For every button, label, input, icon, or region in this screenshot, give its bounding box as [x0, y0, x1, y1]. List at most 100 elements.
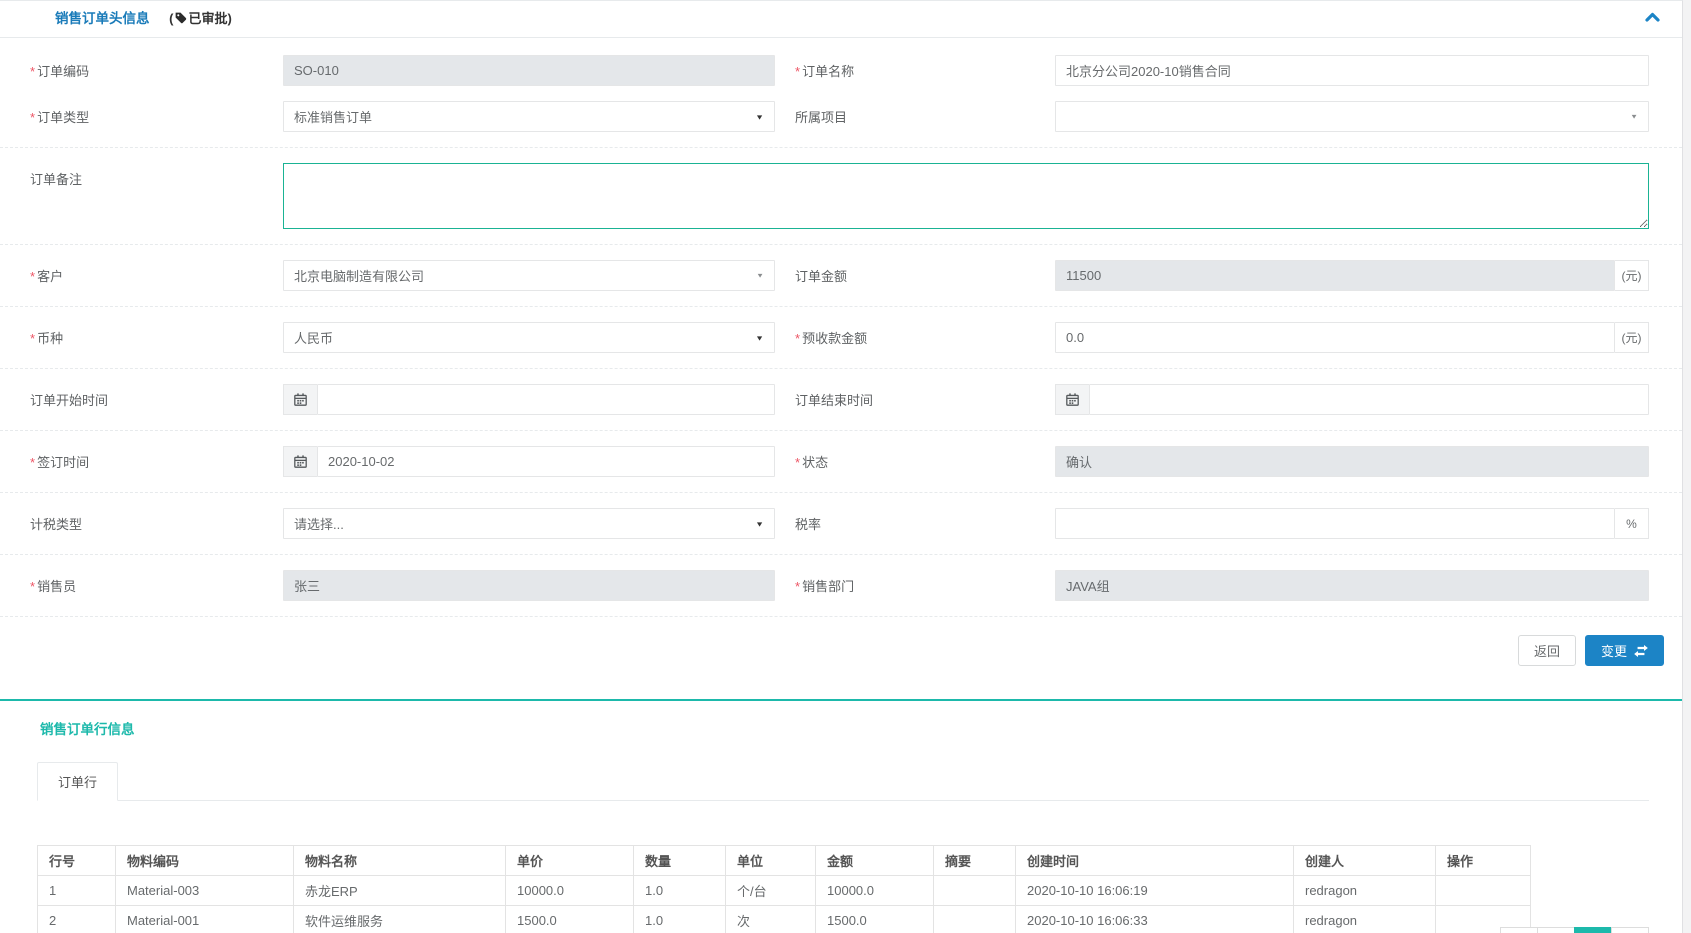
end-time-input[interactable] — [1089, 384, 1649, 415]
table-row: 1Material-003赤龙ERP10000.01.0个/台10000.020… — [38, 876, 1531, 906]
advance-amount-label: *预收款金额 — [795, 328, 1055, 347]
currency-label: *币种 — [30, 328, 283, 347]
tax-type-select[interactable]: 请选择...▼ — [283, 508, 775, 539]
form-row-2: *订单类型 标准销售订单▼ 所属项目 ▼ — [0, 101, 1682, 132]
selected-value: 标准销售订单 — [294, 107, 372, 126]
field-customer: *客户 北京电脑制造有限公司▼ — [0, 260, 775, 291]
exchange-icon — [1634, 645, 1648, 657]
table-cell — [934, 906, 1016, 933]
column-header: 数量 — [634, 846, 726, 876]
pagination-button[interactable] — [1611, 927, 1649, 933]
field-order-code: *订单编码 — [0, 55, 775, 86]
column-header: 单位 — [726, 846, 816, 876]
tax-type-label: 计税类型 — [30, 514, 283, 533]
tab-order-lines[interactable]: 订单行 — [37, 762, 118, 801]
sign-time-input[interactable] — [317, 446, 775, 477]
currency-select[interactable]: 人民币▼ — [283, 322, 775, 353]
calendar-icon[interactable] — [283, 446, 317, 477]
line-table-body: 1Material-003赤龙ERP10000.01.0个/台10000.020… — [38, 876, 1531, 933]
table-cell: 2 — [38, 906, 116, 933]
label-text: 客户 — [37, 269, 63, 284]
label-text: 订单结束时间 — [795, 393, 873, 408]
caret-down-icon: ▼ — [1630, 113, 1638, 120]
label-text: 订单开始时间 — [30, 393, 108, 408]
customer-select[interactable]: 北京电脑制造有限公司▼ — [283, 260, 775, 291]
table-cell: 1 — [38, 876, 116, 906]
required-marker: * — [30, 269, 35, 284]
column-header: 摘要 — [934, 846, 1016, 876]
panel-divider — [0, 690, 1682, 699]
approval-status-text: 已审批 — [188, 11, 227, 26]
chevron-up-icon[interactable] — [1645, 1, 1660, 37]
column-header: 操作 — [1436, 846, 1531, 876]
order-header-title-bar: 销售订单头信息 (已审批) — [0, 1, 1682, 38]
label-text: 所属项目 — [795, 110, 847, 125]
change-button-label: 变更 — [1601, 641, 1627, 660]
sales-dept-input — [1055, 570, 1649, 601]
field-order-type: *订单类型 标准销售订单▼ — [0, 101, 775, 132]
table-cell: 1500.0 — [816, 906, 934, 933]
tax-rate-label: 税率 — [795, 514, 1055, 533]
customer-label: *客户 — [30, 266, 283, 285]
salesman-label: *销售员 — [30, 576, 283, 595]
caret-down-icon: ▼ — [756, 272, 764, 279]
status-label: *状态 — [795, 452, 1055, 471]
field-sign-time: *签订时间 — [0, 446, 775, 477]
label-text: 预收款金额 — [802, 331, 867, 346]
project-select[interactable]: ▼ — [1055, 101, 1649, 132]
field-tax-rate: 税率 % — [775, 508, 1682, 539]
order-amount-input — [1055, 260, 1615, 291]
label-text: 币种 — [37, 331, 63, 346]
calendar-icon[interactable] — [283, 384, 317, 415]
order-name-input[interactable] — [1055, 55, 1649, 86]
table-cell: 10000.0 — [506, 876, 634, 906]
tag-icon — [174, 11, 187, 24]
start-time-label: 订单开始时间 — [30, 390, 283, 409]
calendar-icon[interactable] — [1055, 384, 1089, 415]
change-button[interactable]: 变更 — [1585, 635, 1664, 666]
dashed-divider — [0, 554, 1682, 555]
project-label: 所属项目 — [795, 107, 1055, 126]
approval-status-badge: (已审批) — [169, 11, 232, 26]
field-end-time: 订单结束时间 — [775, 384, 1682, 415]
table-cell: Material-001 — [116, 906, 294, 933]
label-text: 销售员 — [37, 579, 76, 594]
pagination-button-active[interactable] — [1574, 927, 1612, 933]
advance-amount-input[interactable] — [1055, 322, 1615, 353]
percent-unit-addon: % — [1615, 508, 1649, 539]
sign-time-label: *签订时间 — [30, 452, 283, 471]
column-header: 物料名称 — [294, 846, 506, 876]
tab-bar: 订单行 — [37, 762, 1649, 801]
dashed-divider — [0, 368, 1682, 369]
form-row-8: 计税类型 请选择...▼ 税率 % — [0, 508, 1682, 539]
form-row-5: *币种 人民币▼ *预收款金额 (元) — [0, 322, 1682, 353]
currency-unit-addon: (元) — [1615, 322, 1649, 353]
back-button[interactable]: 返回 — [1518, 635, 1576, 666]
table-cell: 1.0 — [634, 906, 726, 933]
caret-down-icon: ▼ — [755, 113, 764, 121]
field-salesman: *销售员 — [0, 570, 775, 601]
table-cell: 次 — [726, 906, 816, 933]
field-tax-type: 计税类型 请选择...▼ — [0, 508, 775, 539]
table-cell: 2020-10-10 16:06:19 — [1016, 876, 1294, 906]
label-text: 计税类型 — [30, 517, 82, 532]
start-time-input[interactable] — [317, 384, 775, 415]
label-text: 订单名称 — [802, 64, 854, 79]
column-header: 创建时间 — [1016, 846, 1294, 876]
pagination-button[interactable] — [1500, 927, 1538, 933]
field-currency: *币种 人民币▼ — [0, 322, 775, 353]
label-text: 销售部门 — [802, 579, 854, 594]
column-header: 行号 — [38, 846, 116, 876]
required-marker: * — [30, 579, 35, 594]
tax-rate-input[interactable] — [1055, 508, 1615, 539]
required-marker: * — [795, 455, 800, 470]
field-status: *状态 — [775, 446, 1682, 477]
form-actions: 返回 变更 — [0, 617, 1682, 690]
order-name-label: *订单名称 — [795, 61, 1055, 80]
end-time-label: 订单结束时间 — [795, 390, 1055, 409]
pagination-button[interactable] — [1537, 927, 1575, 933]
order-type-select[interactable]: 标准销售订单 ▼ — [283, 101, 775, 132]
order-remark-textarea[interactable] — [283, 163, 1649, 229]
required-marker: * — [30, 331, 35, 346]
dashed-divider — [0, 306, 1682, 307]
